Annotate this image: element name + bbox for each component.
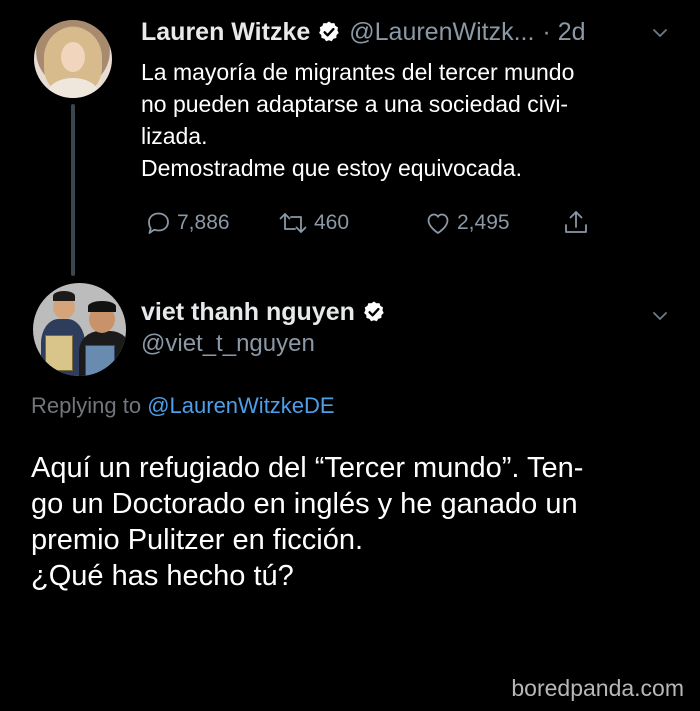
reply-button[interactable]: 7,886	[143, 208, 230, 238]
tweet2-text-line: premio Pulitzer en ficción.	[31, 524, 364, 556]
tweet1-action-bar: 7,886 460 2,495	[143, 208, 603, 242]
tweet1-text-line: Demostradme que estoy equivocada.	[141, 155, 522, 181]
tweet2-handle[interactable]: @viet_t_nguyen	[141, 330, 315, 358]
share-button[interactable]	[561, 208, 595, 238]
chevron-down-icon[interactable]	[651, 24, 669, 42]
lauren-witzke-avatar[interactable]	[34, 20, 112, 98]
reply-icon	[148, 212, 169, 234]
tweet1-handle[interactable]: @LaurenWitzk...	[349, 18, 534, 47]
tweet1-header: Lauren Witzke @LaurenWitzk... · 2d	[141, 14, 586, 50]
thread-connector-line	[71, 104, 75, 276]
share-icon	[565, 211, 587, 233]
tweet2-text-line: go un Doctorado en inglés y he ganado un	[31, 488, 578, 520]
verified-badge-icon	[319, 21, 339, 42]
tweet2-display-name[interactable]: viet thanh nguyen	[141, 298, 355, 327]
avatar-book	[85, 345, 115, 376]
tweet1-text-line: lizada.	[141, 123, 208, 149]
replying-to-line: Replying to @LaurenWitzkeDE	[31, 393, 335, 419]
viet-thanh-nguyen-avatar[interactable]	[33, 283, 126, 376]
tweet1-text-line: no pueden adaptarse a una sociedad civi-	[141, 91, 569, 117]
verified-badge-icon	[364, 301, 384, 322]
like-count: 2,495	[457, 211, 510, 234]
retweet-button[interactable]: 460	[276, 208, 349, 238]
chevron-down-icon[interactable]	[651, 307, 669, 325]
replying-to-mention-link[interactable]: @LaurenWitzkeDE	[147, 393, 334, 418]
tweet2-header: viet thanh nguyen	[141, 294, 394, 330]
avatar-book	[45, 335, 73, 371]
retweet-count: 460	[314, 211, 350, 234]
tweet2-text: Aquí un refugiado del “Tercer mundo”. Te…	[31, 450, 681, 594]
avatar-person-hair	[88, 301, 116, 312]
tweet2-text-line: ¿Qué has hecho tú?	[31, 560, 294, 592]
tweet1-time[interactable]: · 2d	[542, 18, 585, 47]
boredpanda-watermark: boredpanda.com	[511, 675, 684, 701]
avatar-person-hair	[53, 291, 75, 301]
avatar-face	[61, 42, 85, 72]
replying-to-label: Replying to	[31, 393, 142, 418]
heart-icon	[427, 213, 449, 234]
reply-count: 7,886	[177, 211, 230, 234]
tweet2-text-line: Aquí un refugiado del “Tercer mundo”. Te…	[31, 452, 584, 484]
like-button[interactable]: 2,495	[423, 208, 510, 238]
retweet-icon	[279, 213, 307, 233]
tweet1-text-line: La mayoría de migrantes del tercer mundo	[141, 59, 575, 85]
tweet1-display-name[interactable]: Lauren Witzke	[141, 18, 310, 47]
tweet1-text: La mayoría de migrantes del tercer mundo…	[141, 56, 686, 184]
